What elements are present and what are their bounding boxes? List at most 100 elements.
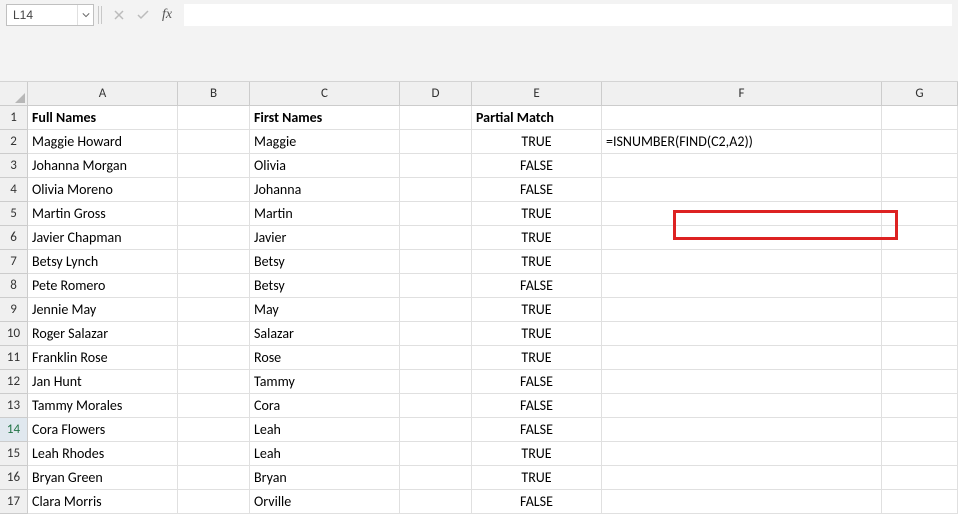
cell-F15[interactable] [602,442,882,466]
column-header-D[interactable]: D [400,82,472,106]
row-header-15[interactable]: 15 [0,442,28,466]
cell-A2[interactable]: Maggie Howard [28,130,178,154]
cell-B9[interactable] [178,298,250,322]
cell-F13[interactable] [602,394,882,418]
cell-A16[interactable]: Bryan Green [28,466,178,490]
cell-A15[interactable]: Leah Rhodes [28,442,178,466]
cell-D10[interactable] [400,322,472,346]
cell-C13[interactable]: Cora [250,394,400,418]
cell-D8[interactable] [400,274,472,298]
cell-F10[interactable] [602,322,882,346]
cell-G2[interactable] [882,130,958,154]
cell-C14[interactable]: Leah [250,418,400,442]
cell-G14[interactable] [882,418,958,442]
row-header-9[interactable]: 9 [0,298,28,322]
cell-D4[interactable] [400,178,472,202]
cell-F5[interactable] [602,202,882,226]
cell-A8[interactable]: Pete Romero [28,274,178,298]
cell-C9[interactable]: May [250,298,400,322]
column-header-A[interactable]: A [28,82,178,106]
cell-G11[interactable] [882,346,958,370]
cell-G13[interactable] [882,394,958,418]
cell-F17[interactable] [602,490,882,514]
cell-C15[interactable]: Leah [250,442,400,466]
name-box-dropdown[interactable] [77,5,93,25]
cell-G7[interactable] [882,250,958,274]
cell-B11[interactable] [178,346,250,370]
cell-D1[interactable] [400,106,472,130]
cell-C11[interactable]: Rose [250,346,400,370]
cell-D11[interactable] [400,346,472,370]
column-header-C[interactable]: C [250,82,400,106]
cell-F6[interactable] [602,226,882,250]
column-header-E[interactable]: E [472,82,602,106]
cell-B7[interactable] [178,250,250,274]
name-box[interactable] [6,4,94,26]
row-header-5[interactable]: 5 [0,202,28,226]
cell-E5[interactable]: TRUE [472,202,602,226]
cell-E16[interactable]: TRUE [472,466,602,490]
cell-E17[interactable]: FALSE [472,490,602,514]
cell-C16[interactable]: Bryan [250,466,400,490]
cell-E12[interactable]: FALSE [472,370,602,394]
cell-D5[interactable] [400,202,472,226]
row-header-13[interactable]: 13 [0,394,28,418]
cell-C3[interactable]: Olivia [250,154,400,178]
cell-B5[interactable] [178,202,250,226]
cell-B3[interactable] [178,154,250,178]
cell-D6[interactable] [400,226,472,250]
cell-E1[interactable]: Partial Match [472,106,602,130]
cell-B13[interactable] [178,394,250,418]
cell-A4[interactable]: Olivia Moreno [28,178,178,202]
cell-A9[interactable]: Jennie May [28,298,178,322]
cell-B6[interactable] [178,226,250,250]
cell-B2[interactable] [178,130,250,154]
cell-A7[interactable]: Betsy Lynch [28,250,178,274]
cell-F8[interactable] [602,274,882,298]
cell-D3[interactable] [400,154,472,178]
cell-E7[interactable]: TRUE [472,250,602,274]
cell-G9[interactable] [882,298,958,322]
cell-E14[interactable]: FALSE [472,418,602,442]
cell-G17[interactable] [882,490,958,514]
cell-A17[interactable]: Clara Morris [28,490,178,514]
cell-C1[interactable]: First Names [250,106,400,130]
row-header-7[interactable]: 7 [0,250,28,274]
cell-B14[interactable] [178,418,250,442]
cell-C4[interactable]: Johanna [250,178,400,202]
cell-C2[interactable]: Maggie [250,130,400,154]
cell-E15[interactable]: TRUE [472,442,602,466]
fx-button[interactable]: fx [158,6,176,24]
cell-C8[interactable]: Betsy [250,274,400,298]
cell-D9[interactable] [400,298,472,322]
cell-D17[interactable] [400,490,472,514]
row-header-6[interactable]: 6 [0,226,28,250]
cell-E2[interactable]: TRUE [472,130,602,154]
cancel-icon[interactable] [110,6,128,24]
formula-input[interactable] [184,4,952,26]
cell-F7[interactable] [602,250,882,274]
cell-E4[interactable]: FALSE [472,178,602,202]
cell-E11[interactable]: TRUE [472,346,602,370]
cell-D16[interactable] [400,466,472,490]
cell-E8[interactable]: FALSE [472,274,602,298]
cell-E13[interactable]: FALSE [472,394,602,418]
cell-B4[interactable] [178,178,250,202]
cell-E10[interactable]: TRUE [472,322,602,346]
cell-D14[interactable] [400,418,472,442]
cell-A3[interactable]: Johanna Morgan [28,154,178,178]
column-header-B[interactable]: B [178,82,250,106]
cell-C10[interactable]: Salazar [250,322,400,346]
row-header-12[interactable]: 12 [0,370,28,394]
cell-B10[interactable] [178,322,250,346]
cell-D2[interactable] [400,130,472,154]
cell-F1[interactable] [602,106,882,130]
row-header-17[interactable]: 17 [0,490,28,514]
cell-G10[interactable] [882,322,958,346]
select-all-corner[interactable] [0,82,28,106]
cell-G6[interactable] [882,226,958,250]
row-header-16[interactable]: 16 [0,466,28,490]
cell-B1[interactable] [178,106,250,130]
row-header-3[interactable]: 3 [0,154,28,178]
cell-G4[interactable] [882,178,958,202]
